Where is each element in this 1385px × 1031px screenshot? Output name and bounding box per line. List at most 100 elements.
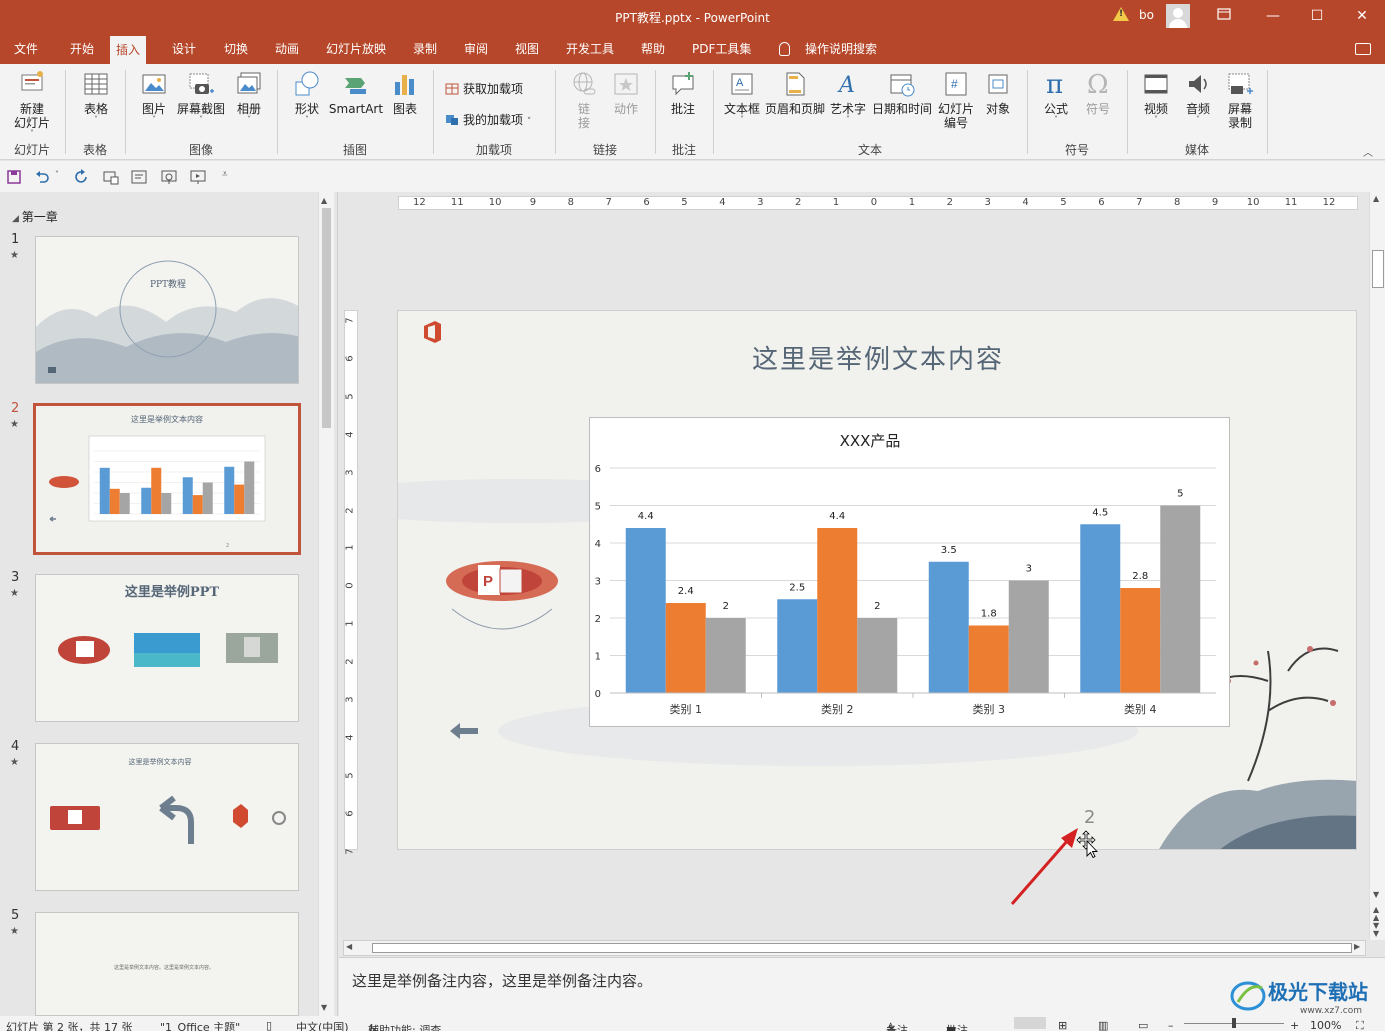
slide-thumbnail-1[interactable]: PPT教程	[35, 236, 299, 384]
save-icon[interactable]	[6, 169, 22, 185]
tab-view[interactable]: 视图	[509, 34, 545, 64]
avatar[interactable]	[1166, 4, 1190, 28]
minimize-button[interactable]: —	[1250, 0, 1296, 34]
collapse-ribbon-icon[interactable]: ︿	[1363, 144, 1373, 159]
horizontal-scroll-thumb[interactable]	[372, 943, 1352, 953]
notes-toggle-label: 备注	[886, 1024, 908, 1031]
smartart-button[interactable]: SmartArt	[328, 70, 384, 116]
scroll-left-icon[interactable]: ◀	[346, 942, 352, 951]
new-slide-button[interactable]: 新建 幻灯片 ˅	[6, 70, 58, 138]
video-button[interactable]: 视频 ˅	[1136, 70, 1176, 124]
thumbnails-scrollbar[interactable]: ▲ ▼	[318, 192, 334, 1016]
shapes-button[interactable]: 形状 ˅	[288, 70, 326, 124]
slide-thumbnail-4[interactable]: 这里是举例文本内容	[35, 743, 299, 891]
back-arrow-icon[interactable]	[448, 720, 480, 742]
slide-title[interactable]: 这里是举例文本内容	[398, 339, 1356, 376]
picture-button[interactable]: 图片 ˅	[134, 70, 174, 124]
vertical-ruler[interactable]: 7 6 5 4 3 2 1 0 1 2 3 4 5 6 7	[344, 310, 358, 854]
comment-button[interactable]: 批注	[664, 70, 702, 116]
horizontal-scrollbar[interactable]: ◀ ▶	[343, 940, 1366, 956]
present-icon[interactable]	[161, 169, 177, 185]
scroll-right-icon[interactable]: ▶	[1354, 942, 1360, 951]
scroll-down-icon[interactable]: ▼	[1373, 890, 1379, 899]
date-time-button[interactable]: 日期和时间	[870, 70, 934, 116]
spellcheck-icon[interactable]: ▯	[266, 1019, 272, 1031]
reading-view-icon[interactable]: ▥	[1098, 1019, 1108, 1031]
notes-text[interactable]: 这里是举例备注内容，这里是举例备注内容。	[352, 970, 652, 991]
undo-icon[interactable]	[34, 169, 50, 185]
tab-review[interactable]: 审阅	[458, 34, 494, 64]
data-label: 2	[723, 601, 729, 612]
chart-object[interactable]: XXX产品 0 1 2 3 4 5 6 4.4 2.4 2 类别 1 2.5 4.4 2 类别 2 3.5 1.8…	[589, 417, 1230, 727]
slide-thumbnail-3[interactable]: 这里是举例PPT	[35, 574, 299, 722]
wordart-button[interactable]: A 艺术字 ˅	[828, 70, 868, 124]
zoom-out-icon[interactable]: –	[1168, 1019, 1174, 1031]
scroll-down-icon[interactable]: ▼	[321, 1003, 327, 1012]
action-button[interactable]: 动作	[608, 70, 644, 116]
section-header[interactable]: ◢ 第一章	[12, 208, 58, 225]
zoom-slider-thumb[interactable]	[1232, 1018, 1236, 1028]
my-addins-button[interactable]: 我的加载项 ˅	[445, 111, 531, 128]
vertical-scroll-thumb[interactable]	[1372, 250, 1384, 288]
tab-design[interactable]: 设计	[166, 34, 202, 64]
normal-view-button[interactable]	[1014, 1017, 1046, 1029]
powerpoint-logo-icon[interactable]: P	[442, 549, 562, 639]
zoom-level[interactable]: 100%	[1310, 1019, 1341, 1031]
tab-home[interactable]: 开始	[64, 34, 100, 64]
next-slide-icon[interactable]: ▼ ▼	[1373, 922, 1379, 938]
maximize-button[interactable]: ☐	[1294, 0, 1340, 34]
previous-slide-icon[interactable]: ▲ ▲	[1373, 906, 1379, 922]
undo-dropdown-icon[interactable]: ˅	[55, 170, 59, 179]
warning-icon[interactable]	[1113, 7, 1129, 21]
slide-number-button[interactable]: # 幻灯片 编号	[936, 70, 976, 130]
slideshow-icon[interactable]	[190, 169, 206, 185]
slideshow-view-icon[interactable]: ▭	[1138, 1019, 1148, 1031]
customize-qat-icon[interactable]: ⩡	[222, 169, 228, 180]
tab-pdf-tools[interactable]: PDF工具集	[686, 34, 757, 64]
close-button[interactable]: ✕	[1339, 0, 1385, 34]
vertical-scrollbar[interactable]: ▲ ▼ ▲ ▲ ▼ ▼	[1369, 192, 1385, 940]
equation-button[interactable]: π 公式 ˅	[1036, 70, 1076, 124]
scroll-up-icon[interactable]: ▲	[321, 196, 327, 205]
tab-animations[interactable]: 动画	[269, 34, 305, 64]
from-beginning-icon[interactable]	[103, 169, 119, 185]
slide-sorter-view-icon[interactable]: ⊞	[1058, 1019, 1067, 1031]
table-button[interactable]: 表格 ˅	[76, 70, 116, 124]
slide-page-number[interactable]: 2	[1084, 807, 1095, 828]
scroll-up-icon[interactable]: ▲	[1373, 194, 1379, 203]
tab-help[interactable]: 帮助	[635, 34, 671, 64]
chart-button[interactable]: 图表	[388, 70, 422, 116]
tab-transitions[interactable]: 切换	[218, 34, 254, 64]
thumbnails-scroll-thumb[interactable]	[322, 208, 331, 428]
horizontal-ruler[interactable]: 12 11 10 9 8 7 6 5 4 3 2 1 0 1 2 3 4 5 6 7 8 9 10 11 12	[398, 196, 1358, 210]
slide-thumbnail-2[interactable]: 这里是举例文本内容 2	[33, 403, 301, 555]
link-button[interactable]: 链 接	[566, 70, 602, 130]
audio-button[interactable]: 音频 ˅	[1178, 70, 1218, 124]
object-button[interactable]: 对象	[978, 70, 1018, 116]
tab-developer[interactable]: 开发工具	[560, 34, 620, 64]
text-box-qat-icon[interactable]	[131, 169, 147, 185]
fit-to-window-icon[interactable]: ⛶	[1356, 1019, 1364, 1031]
restore-ribbon-button[interactable]	[1201, 0, 1247, 34]
slide-thumbnail-5[interactable]: 这里是举例文本内容。这里是举例文本内容。	[35, 912, 299, 1016]
photo-album-button[interactable]: 相册 ˅	[230, 70, 268, 124]
tell-me-search[interactable]: 操作说明搜索	[799, 34, 883, 64]
get-addins-button[interactable]: 获取加载项	[445, 80, 523, 97]
screenshot-button[interactable]: 屏幕截图 ˅	[176, 70, 226, 124]
tab-record[interactable]: 录制	[407, 34, 443, 64]
screen-recording-button[interactable]: 屏幕 录制	[1220, 70, 1260, 130]
slide-canvas[interactable]: 这里是举例文本内容 P XXX产品 0 1 2 3 4 5 6 4.4 2.4 2 类别 1 2.5 4.…	[397, 310, 1357, 850]
screenshot-label: 屏幕截图	[176, 102, 225, 116]
comments-icon[interactable]	[1355, 43, 1371, 55]
symbol-button[interactable]: Ω 符号	[1078, 70, 1118, 116]
redo-icon[interactable]	[74, 169, 90, 185]
data-label: 5	[1177, 489, 1183, 500]
textbox-button[interactable]: A 文本框 ˅	[722, 70, 762, 124]
user-name[interactable]: bo	[1139, 8, 1154, 22]
status-language[interactable]: 中文(中国)	[296, 1019, 349, 1031]
header-footer-button[interactable]: 页眉和页脚	[764, 70, 826, 116]
tab-slideshow[interactable]: 幻灯片放映	[320, 34, 392, 64]
tab-insert[interactable]: 插入	[110, 36, 147, 64]
tab-file[interactable]: 文件	[8, 34, 44, 64]
zoom-in-icon[interactable]: +	[1290, 1019, 1299, 1031]
